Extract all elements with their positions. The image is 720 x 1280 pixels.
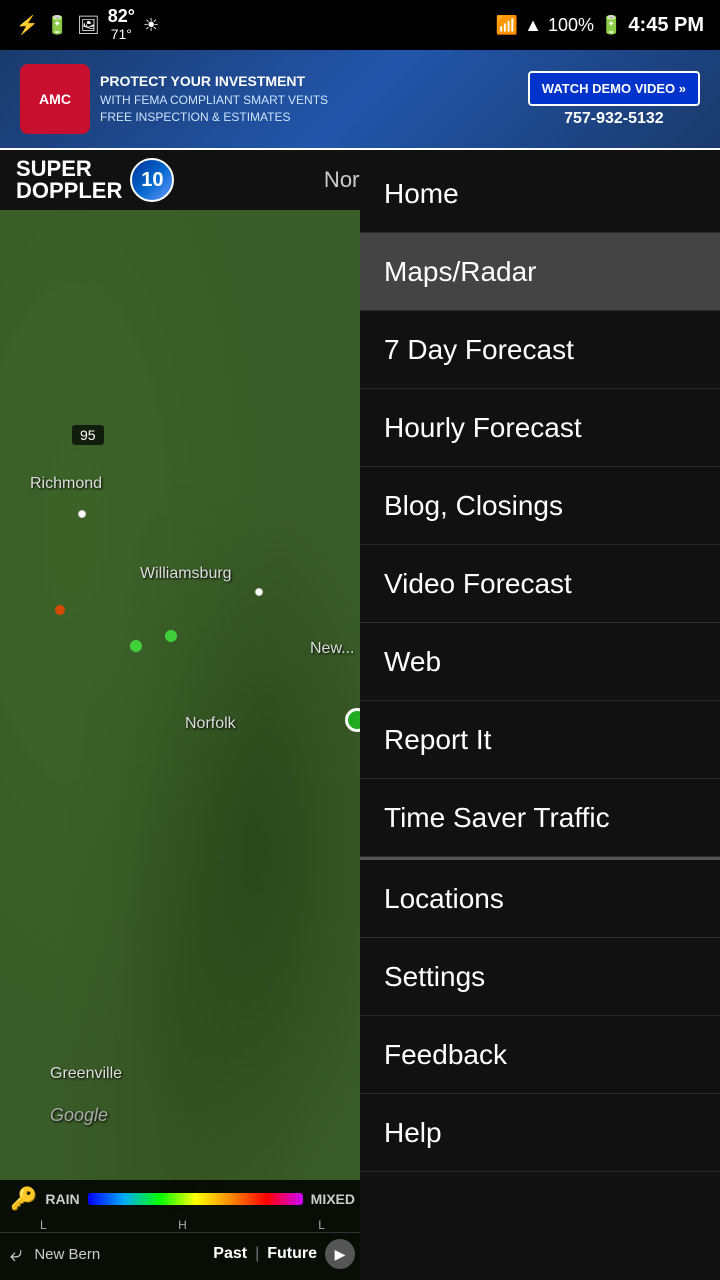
ad-banner[interactable]: AMC PROTECT YOUR INVESTMENT WITH FEMA CO… bbox=[0, 50, 720, 150]
map-badge-95: 95 bbox=[72, 425, 104, 445]
menu-item-label: Home bbox=[384, 178, 459, 210]
weather-dot-2 bbox=[130, 640, 142, 652]
menu-item-label: Video Forecast bbox=[384, 568, 572, 600]
time-display: 4:45 PM bbox=[628, 14, 704, 37]
ad-phone: 757-932-5132 bbox=[564, 110, 664, 128]
status-bar: ⚡ 🔋 🖼 82° 71° ☀ 📶 ▲ 100% 🔋 4:45 PM bbox=[0, 0, 720, 50]
menu-item-label: Maps/Radar bbox=[384, 256, 537, 288]
menu-item-web[interactable]: Web bbox=[360, 623, 720, 701]
menu-item-report-it[interactable]: Report It bbox=[360, 701, 720, 779]
menu-item-label: Blog, Closings bbox=[384, 490, 563, 522]
legend-sub-labels: L H L bbox=[0, 1218, 365, 1232]
menu-item-home[interactable]: Home bbox=[360, 155, 720, 233]
menu-item-help[interactable]: Help bbox=[360, 1094, 720, 1172]
menu-item-label: Hourly Forecast bbox=[384, 412, 582, 444]
ad-headline: PROTECT YOUR INVESTMENT bbox=[100, 72, 328, 92]
map-label-norfolk: Norfolk bbox=[185, 715, 236, 733]
usb-icon: ⚡ bbox=[16, 15, 38, 36]
temperature-high: 82° bbox=[108, 7, 135, 27]
legend-sub-l: L bbox=[40, 1218, 47, 1232]
weather-icon: ☀ bbox=[143, 15, 159, 36]
menu-item-locations[interactable]: Locations bbox=[360, 860, 720, 938]
menu-item-label: Report It bbox=[384, 724, 491, 756]
ad-cta-button[interactable]: WATCH DEMO VIDEO » bbox=[528, 71, 700, 106]
battery-percent: 100% bbox=[548, 15, 594, 36]
menu-item-label: Feedback bbox=[384, 1039, 507, 1071]
menu-item-maps-radar[interactable]: Maps/Radar bbox=[360, 233, 720, 311]
notification-icon: 🔋 bbox=[46, 15, 68, 36]
signal-icon: ▲ bbox=[524, 15, 542, 36]
nav-divider: | bbox=[255, 1245, 259, 1263]
battery-icon: 🔋 bbox=[600, 15, 622, 36]
menu-item-video-forecast[interactable]: Video Forecast bbox=[360, 545, 720, 623]
weather-dot-3 bbox=[165, 630, 177, 642]
map-label-richmond: Richmond bbox=[30, 475, 102, 493]
legend-color-bar bbox=[88, 1193, 303, 1205]
map-dot-richmond bbox=[78, 510, 86, 518]
menu-item-label: Settings bbox=[384, 961, 485, 993]
nav-location: New Bern bbox=[34, 1246, 100, 1263]
legend-row: 🔑 RAIN MIXED bbox=[0, 1180, 365, 1218]
logo-circle: 10 bbox=[130, 158, 174, 202]
menu-item-label: Web bbox=[384, 646, 441, 678]
menu-item-label: 7 Day Forecast bbox=[384, 334, 574, 366]
share-icon[interactable]: ⤶ bbox=[10, 1241, 22, 1267]
map-label-google: Google bbox=[50, 1105, 108, 1126]
logo-line1: SUPER bbox=[16, 158, 122, 180]
logo-line2: DOPPLER bbox=[16, 180, 122, 202]
legend-mixed-label: MIXED bbox=[311, 1191, 355, 1207]
map-label-new: New... bbox=[310, 640, 354, 658]
menu-item-time-saver-traffic[interactable]: Time Saver Traffic bbox=[360, 779, 720, 857]
bottom-bar: 🔑 RAIN MIXED L H L ⤶ New Bern Past | Fut… bbox=[0, 1180, 365, 1280]
ad-subtext1: WITH FEMA COMPLIANT SMART VENTS bbox=[100, 92, 328, 109]
menu-item-7-day-forecast[interactable]: 7 Day Forecast bbox=[360, 311, 720, 389]
menu-item-settings[interactable]: Settings bbox=[360, 938, 720, 1016]
wifi-icon: 📶 bbox=[496, 15, 518, 36]
ad-text: PROTECT YOUR INVESTMENT WITH FEMA COMPLI… bbox=[100, 72, 328, 125]
past-button[interactable]: Past bbox=[213, 1245, 247, 1263]
legend-sub-lr: L bbox=[318, 1218, 325, 1232]
nav-toggle[interactable]: ▶ bbox=[325, 1239, 355, 1269]
key-icon: 🔑 bbox=[10, 1186, 37, 1212]
nav-controls: Past | Future ▶ bbox=[213, 1239, 355, 1269]
map-label-greenville: Greenville bbox=[50, 1065, 122, 1083]
image-icon: 🖼 bbox=[77, 15, 100, 36]
menu-item-blog--closings[interactable]: Blog, Closings bbox=[360, 467, 720, 545]
future-button[interactable]: Future bbox=[267, 1245, 317, 1263]
ad-subtext2: FREE INSPECTION & ESTIMATES bbox=[100, 109, 328, 126]
menu-item-hourly-forecast[interactable]: Hourly Forecast bbox=[360, 389, 720, 467]
ad-logo: AMC bbox=[20, 64, 90, 134]
menu-item-label: Help bbox=[384, 1117, 442, 1149]
map-dot-williamsburg bbox=[255, 588, 263, 596]
logo-area: SUPER DOPPLER 10 bbox=[16, 158, 174, 202]
menu-item-label: Time Saver Traffic bbox=[384, 802, 610, 834]
weather-dot-1 bbox=[55, 605, 65, 615]
map-overlay: Richmond Williamsburg Norfolk New... Gre… bbox=[0, 210, 365, 1280]
menu-item-feedback[interactable]: Feedback bbox=[360, 1016, 720, 1094]
side-menu: Home Maps/Radar 7 Day Forecast Hourly Forec… bbox=[360, 155, 720, 1280]
legend-rain-label: RAIN bbox=[45, 1191, 79, 1207]
temperature-low: 71° bbox=[111, 27, 132, 42]
map-area[interactable]: Richmond Williamsburg Norfolk New... Gre… bbox=[0, 210, 365, 1280]
menu-item-label: Locations bbox=[384, 883, 504, 915]
nav-row: ⤶ New Bern Past | Future ▶ bbox=[0, 1232, 365, 1275]
logo-number: 10 bbox=[141, 169, 163, 192]
legend-sub-h: H bbox=[178, 1218, 187, 1232]
map-label-williamsburg: Williamsburg bbox=[140, 565, 232, 583]
